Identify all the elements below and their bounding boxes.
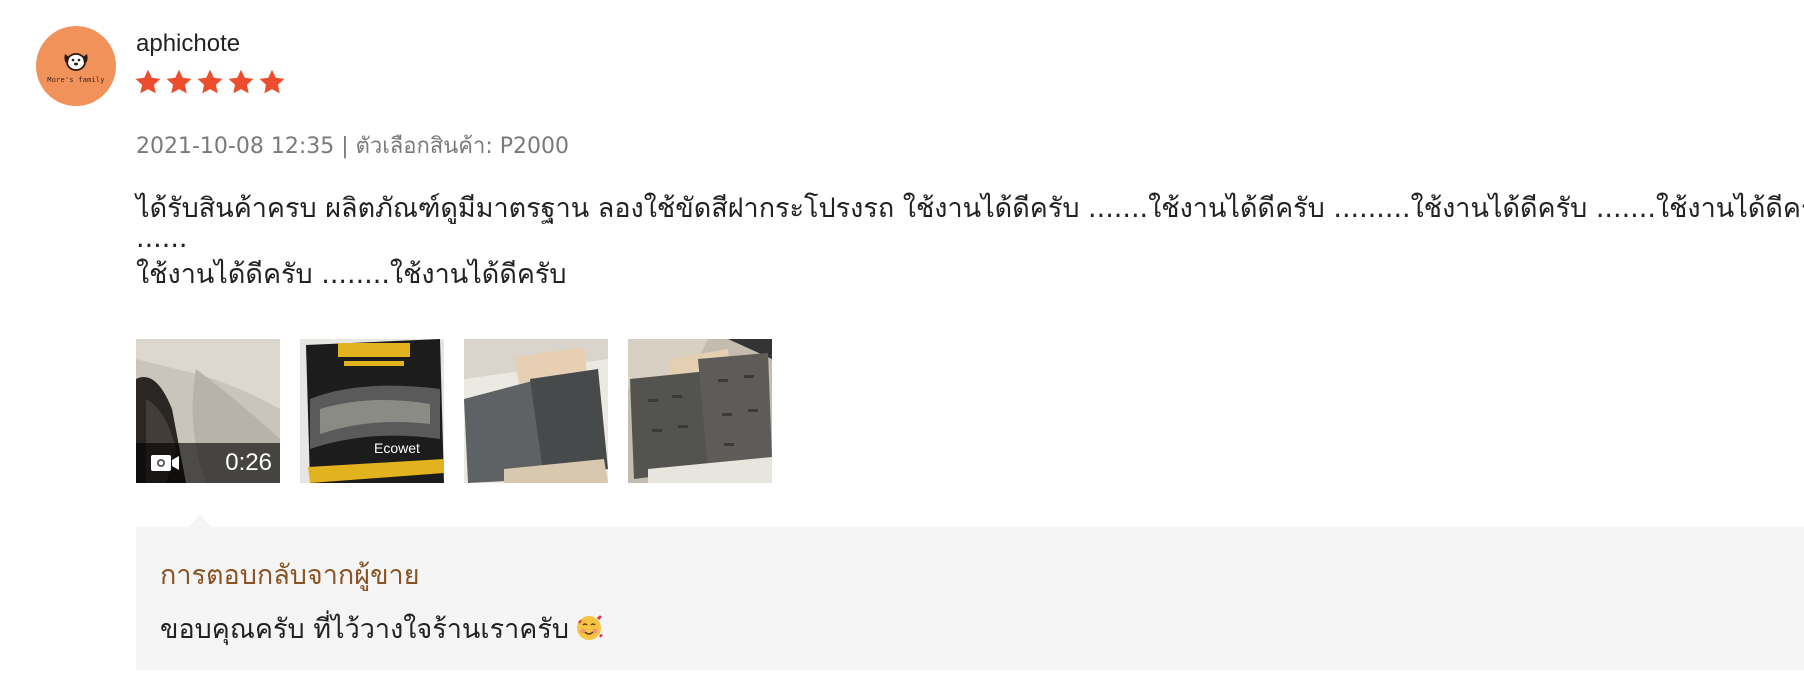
comment-line: ใช้งานได้ดีครับ ........ใช้งานได้ดีครับ xyxy=(136,259,567,290)
video-duration: 0:26 xyxy=(225,449,272,476)
seller-reply-text: ขอบคุณครับ ที่ไว้วางใจร้านเราครับ xyxy=(160,607,603,650)
avatar[interactable]: More's family xyxy=(36,26,116,106)
image-thumbnail[interactable] xyxy=(464,339,608,483)
seller-reply-title: การตอบกลับจากผู้ขาย xyxy=(160,560,420,591)
image-thumbnail[interactable] xyxy=(628,339,772,483)
dog-face-icon xyxy=(61,48,91,74)
star-icon xyxy=(227,68,255,96)
seller-reply-message: ขอบคุณครับ ที่ไว้วางใจร้านเราครับ xyxy=(160,614,569,645)
avatar-caption: More's family xyxy=(47,76,105,84)
star-icon xyxy=(258,68,286,96)
comment-line: ...... xyxy=(136,223,188,254)
review-media: 0:26 Ecowet xyxy=(136,339,772,483)
rating-stars xyxy=(134,68,286,96)
video-thumbnail[interactable]: 0:26 xyxy=(136,339,280,483)
review-comment: ได้รับสินค้าครบ ผลิตภัณฑ์ดูมีมาตรฐาน ลอง… xyxy=(136,190,1804,294)
video-overlay: 0:26 xyxy=(136,443,280,483)
seller-reply: การตอบกลับจากผู้ขาย ขอบคุณครับ ที่ไว้วาง… xyxy=(136,515,1804,670)
reviewer-name[interactable]: aphichote xyxy=(136,30,240,58)
star-icon xyxy=(134,68,162,96)
star-icon xyxy=(165,68,193,96)
video-camera-icon xyxy=(150,452,180,474)
comment-line: ได้รับสินค้าครบ ผลิตภัณฑ์ดูมีมาตรฐาน ลอง… xyxy=(136,193,1804,224)
review-meta: 2021-10-08 12:35 | ตัวเลือกสินค้า: P2000 xyxy=(136,134,570,159)
product-label: Ecowet xyxy=(374,440,420,456)
smiling-face-with-hearts-icon xyxy=(575,614,603,642)
reply-pointer xyxy=(188,515,212,527)
star-icon xyxy=(196,68,224,96)
product-review: More's family aphichote 2021-10-08 12:35… xyxy=(0,0,1804,694)
image-thumbnail[interactable]: Ecowet xyxy=(300,339,444,483)
